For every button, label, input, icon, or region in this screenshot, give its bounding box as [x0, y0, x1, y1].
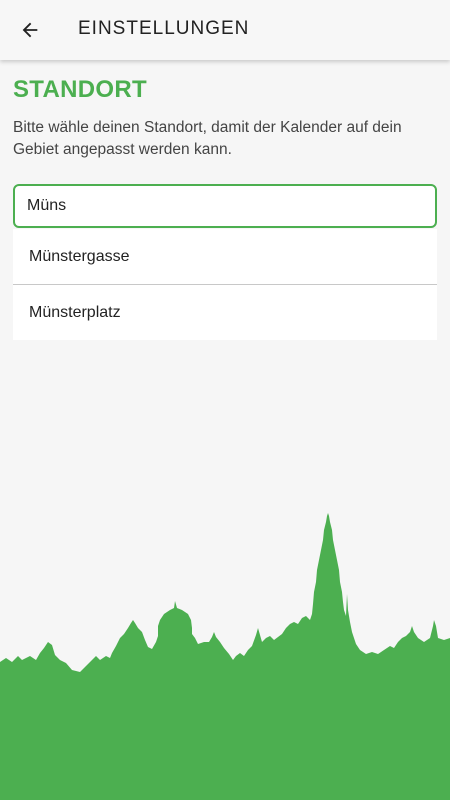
suggestion-item-muenstergasse[interactable]: Münstergasse [13, 229, 437, 284]
section-description: Bitte wähle deinen Standort, damit der K… [13, 119, 402, 158]
suggestion-label: Münsterplatz [29, 303, 121, 321]
section-title: STANDORT [13, 76, 147, 103]
app-bar: EINSTELLUNGEN [0, 0, 450, 60]
arrow-left-icon [22, 22, 38, 38]
page-title: EINSTELLUNGEN [78, 18, 250, 39]
suggestion-list: Münstergasse Münsterplatz [13, 229, 437, 340]
location-search-input[interactable] [13, 184, 437, 228]
suggestion-label: Münstergasse [29, 247, 130, 265]
back-button[interactable] [10, 10, 50, 50]
city-skyline-silhouette [0, 513, 450, 800]
suggestion-item-muensterplatz[interactable]: Münsterplatz [13, 284, 437, 340]
